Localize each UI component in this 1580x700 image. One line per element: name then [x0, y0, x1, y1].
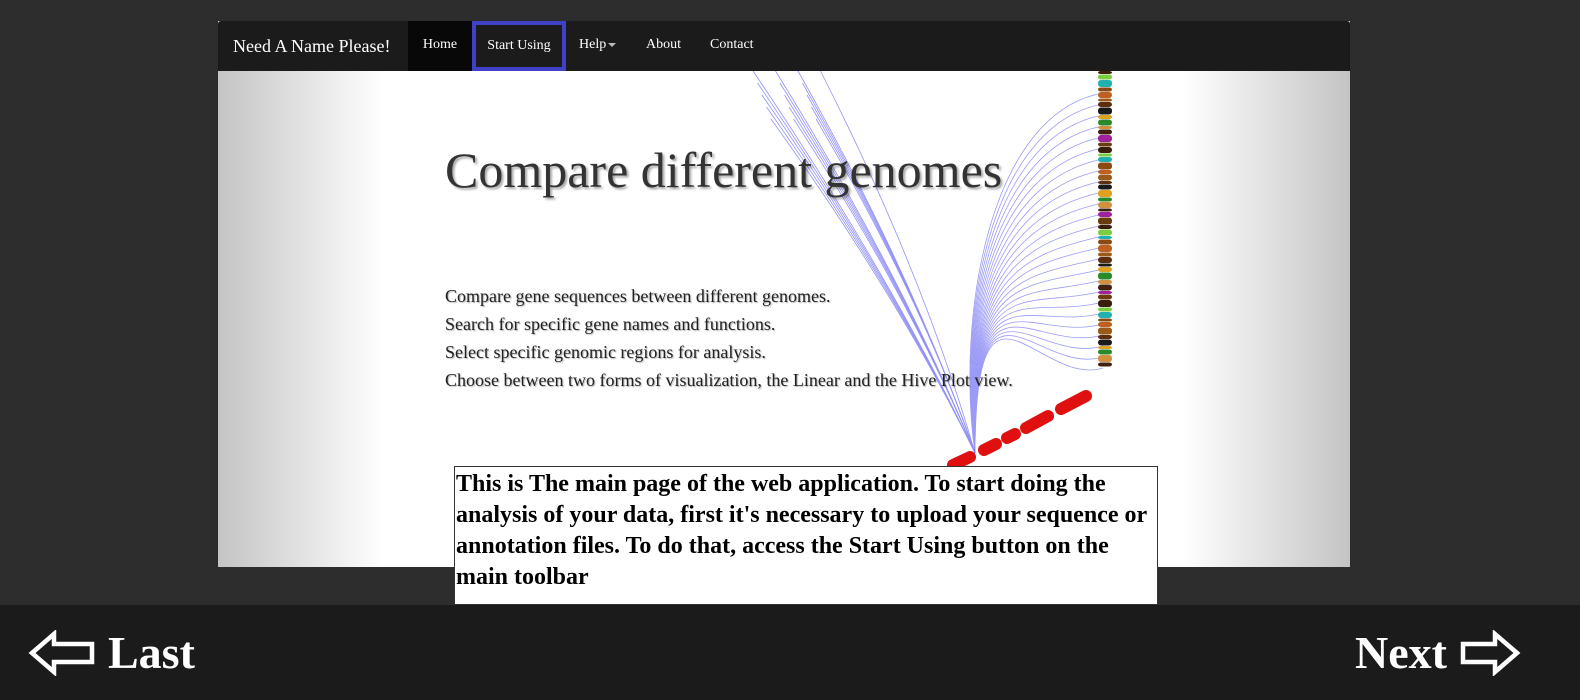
axis-segment	[1098, 208, 1112, 212]
axis-segment	[1098, 225, 1112, 229]
axis-segment	[1098, 355, 1112, 362]
hive-link	[757, 82, 976, 454]
axis-segment	[1098, 135, 1112, 142]
axis-segment	[1098, 284, 1112, 291]
axis-segment	[1098, 236, 1112, 239]
axis-segment	[1098, 252, 1112, 257]
axis-segment	[1098, 162, 1112, 170]
feature-list: Compare gene sequences between different…	[445, 282, 1013, 394]
next-label: Next	[1355, 627, 1447, 678]
axis-segment	[1098, 147, 1112, 153]
hive-axis-vertical	[1098, 71, 1112, 367]
axis-segment	[1098, 349, 1112, 355]
nav-home[interactable]: Home	[408, 21, 472, 71]
brand-title[interactable]: Need A Name Please!	[233, 21, 390, 71]
axis-segment	[1098, 98, 1112, 102]
feature-item: Select specific genomic regions for anal…	[445, 342, 766, 362]
axis-segment	[1098, 174, 1112, 181]
axis-segment	[1098, 119, 1112, 126]
axis-segment	[1098, 170, 1112, 174]
axis-segment	[1098, 197, 1112, 202]
nav-contact[interactable]: Contact	[710, 21, 754, 71]
axis-segment	[1098, 71, 1112, 74]
nav-help-label: Help	[579, 37, 607, 52]
feature-item: Choose between two forms of visualizatio…	[445, 370, 1013, 390]
axis-segment	[1098, 74, 1112, 80]
axis-segment	[1098, 346, 1112, 349]
axis-segment	[1098, 102, 1112, 107]
axis-segment	[1098, 80, 1112, 87]
hive-link	[820, 70, 976, 454]
axis-segment	[1098, 239, 1112, 245]
axis-segment	[1098, 263, 1112, 267]
hive-link	[752, 70, 976, 454]
axis-segment	[1098, 153, 1112, 157]
axis-segment	[1098, 92, 1112, 98]
axis-segment	[1098, 307, 1112, 312]
axis-segment	[1098, 362, 1112, 367]
caret-down-icon	[608, 42, 617, 47]
hive-link	[797, 70, 976, 454]
last-button[interactable]: Last	[28, 605, 195, 700]
feature-item: Search for specific gene names and funct…	[445, 314, 776, 334]
axis-segment	[1098, 335, 1112, 339]
axis-segment	[1098, 267, 1112, 272]
next-button[interactable]: Next	[1355, 605, 1521, 700]
axis-segment	[1098, 257, 1112, 263]
axis-segment	[1098, 115, 1112, 119]
nav-start-using[interactable]: Start Using	[472, 21, 566, 71]
hive-link	[802, 82, 976, 454]
axis-segment	[1098, 327, 1112, 335]
axis-segment	[1098, 217, 1112, 225]
axis-segment	[1098, 202, 1112, 208]
axis-segment	[1098, 184, 1112, 190]
axis-segment	[1098, 142, 1112, 147]
axis-segment	[1098, 312, 1112, 318]
axis-segment	[1098, 181, 1112, 184]
axis-segment	[1098, 212, 1112, 217]
axis-segment	[1098, 322, 1112, 327]
nav-help[interactable]: Help	[579, 21, 617, 71]
arrow-left-outline-icon	[28, 629, 95, 676]
page-title: Compare different genomes	[445, 142, 1003, 198]
last-label: Last	[108, 627, 195, 678]
feature-item: Compare gene sequences between different…	[445, 286, 831, 306]
axis-segment	[1098, 126, 1112, 129]
axis-segment	[1098, 245, 1112, 252]
axis-segment	[1098, 107, 1112, 115]
axis-segment	[1098, 190, 1112, 197]
axis-segment	[1098, 280, 1112, 284]
arrow-right-outline-icon	[1460, 629, 1521, 676]
axis-segment	[1098, 318, 1112, 322]
axis-segment	[1098, 300, 1112, 307]
nav-about[interactable]: About	[646, 21, 681, 71]
main-navbar: Need A Name Please! Home Start Using Hel…	[218, 21, 1350, 71]
axis-segment	[1098, 229, 1112, 236]
axis-segment	[1098, 129, 1112, 135]
tutorial-footer: Last Next	[0, 605, 1580, 700]
axis-segment	[1098, 339, 1112, 346]
axis-segment	[1098, 87, 1112, 92]
axis-segment	[1098, 294, 1112, 300]
axis-segment	[1098, 291, 1112, 294]
tutorial-callout: This is The main page of the web applica…	[454, 466, 1158, 605]
axis-segment	[1098, 157, 1112, 162]
axis-segment	[1098, 272, 1112, 280]
